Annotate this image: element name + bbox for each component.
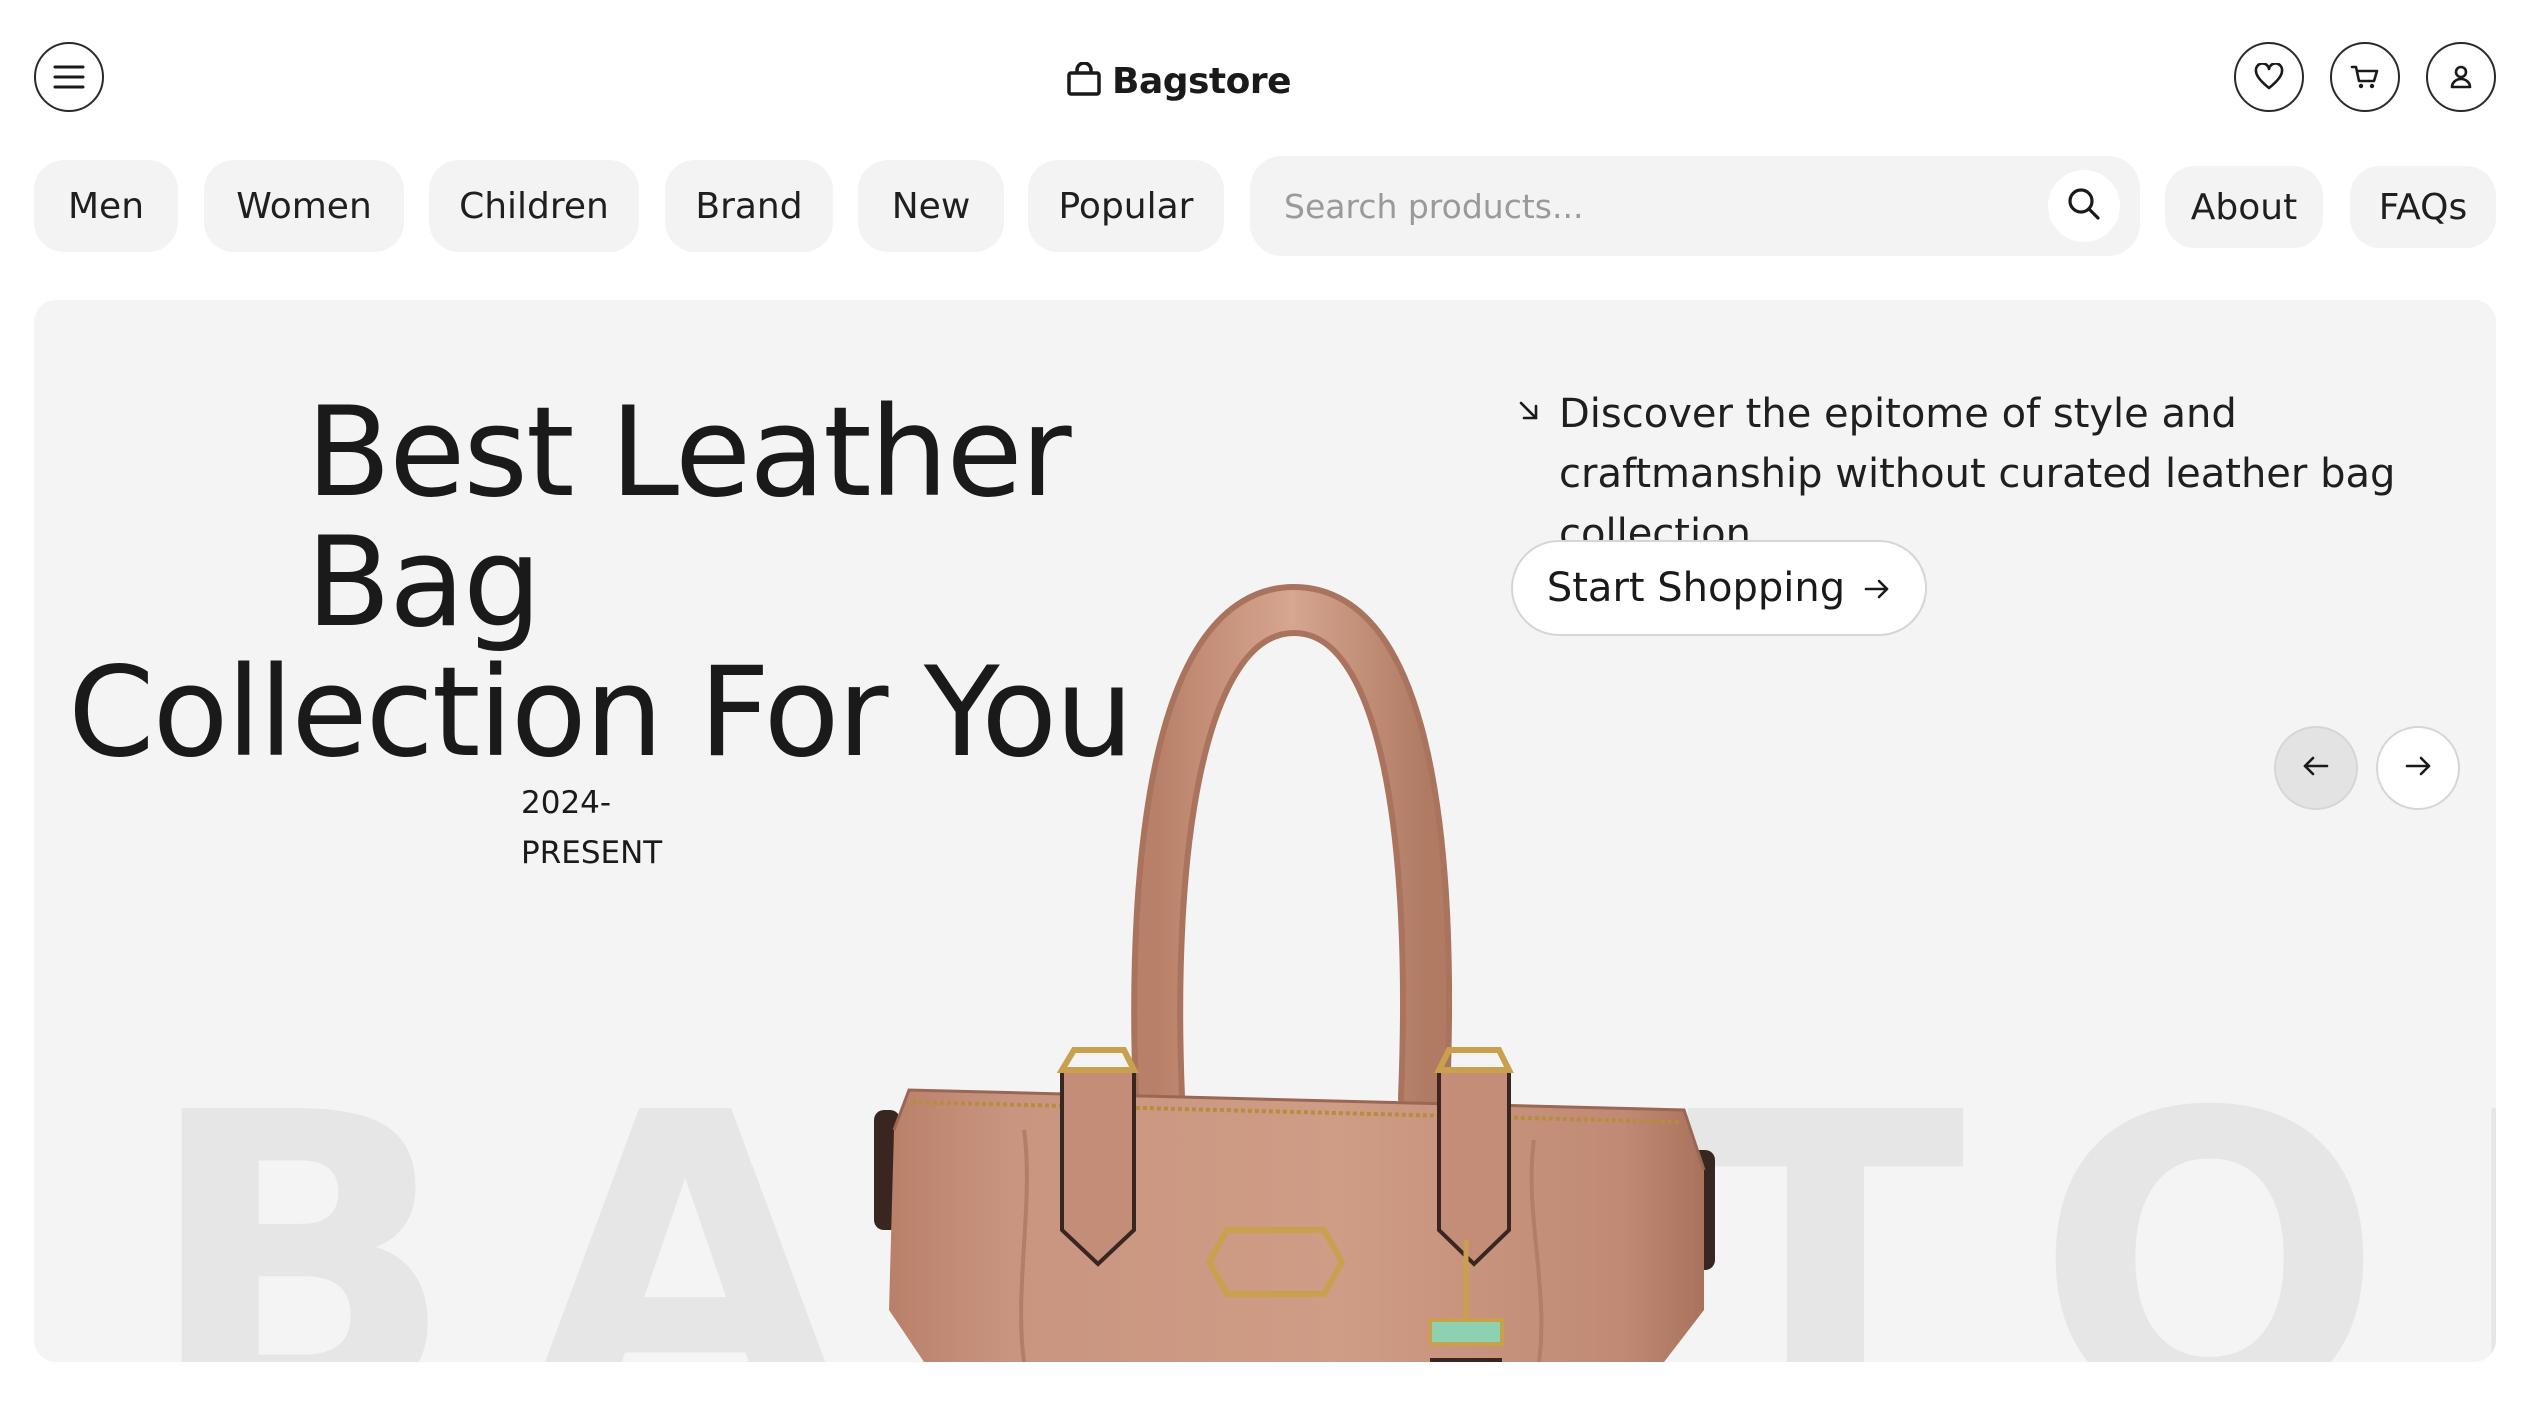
nav-link-about[interactable]: About — [2165, 166, 2323, 248]
nav-link-faqs[interactable]: FAQs — [2350, 166, 2496, 248]
nav-item-men[interactable]: Men — [34, 160, 178, 252]
product-bag-image — [874, 583, 1715, 1362]
nav-item-brand[interactable]: Brand — [665, 160, 833, 252]
shopping-bag-icon — [1066, 61, 1102, 100]
arrow-right-icon — [2403, 754, 2433, 782]
nav-item-children[interactable]: Children — [429, 160, 639, 252]
hero-description: Discover the epitome of style and craftm… — [1559, 391, 2396, 557]
search-input[interactable] — [1282, 176, 2012, 236]
site-header: Bagstore — [0, 0, 2531, 150]
search-button[interactable] — [2048, 170, 2120, 242]
account-button[interactable] — [2426, 42, 2496, 112]
collection-period-end: PRESENT — [521, 835, 663, 871]
nav-item-women[interactable]: Women — [204, 160, 404, 252]
menu-button[interactable] — [34, 42, 104, 112]
arrow-left-icon — [2301, 754, 2331, 782]
search-bar — [1250, 156, 2140, 256]
user-icon — [2448, 64, 2474, 90]
collection-period: 2024- PRESENT — [521, 778, 721, 878]
arrow-down-right-icon — [1516, 398, 1542, 428]
brand-logo[interactable]: Bagstore — [1066, 56, 1292, 106]
wishlist-button[interactable] — [2234, 42, 2304, 112]
hamburger-menu-icon — [52, 63, 86, 91]
heart-icon — [2254, 63, 2284, 91]
cart-button[interactable] — [2330, 42, 2400, 112]
cart-icon — [2350, 63, 2380, 91]
search-icon — [2065, 185, 2103, 227]
carousel-prev-button[interactable] — [2274, 726, 2358, 810]
start-shopping-label: Start Shopping — [1546, 565, 1846, 611]
carousel-next-button[interactable] — [2376, 726, 2460, 810]
hero-banner: BAGSTORE Best Leather Bag Collection For… — [34, 300, 2496, 1362]
collection-period-start: 2024- — [521, 785, 612, 821]
nav-item-new[interactable]: New — [858, 160, 1004, 252]
arrow-right-icon — [1863, 565, 1891, 611]
brand-name: Bagstore — [1112, 60, 1292, 102]
start-shopping-button[interactable]: Start Shopping — [1511, 540, 1927, 636]
nav-item-popular[interactable]: Popular — [1028, 160, 1224, 252]
